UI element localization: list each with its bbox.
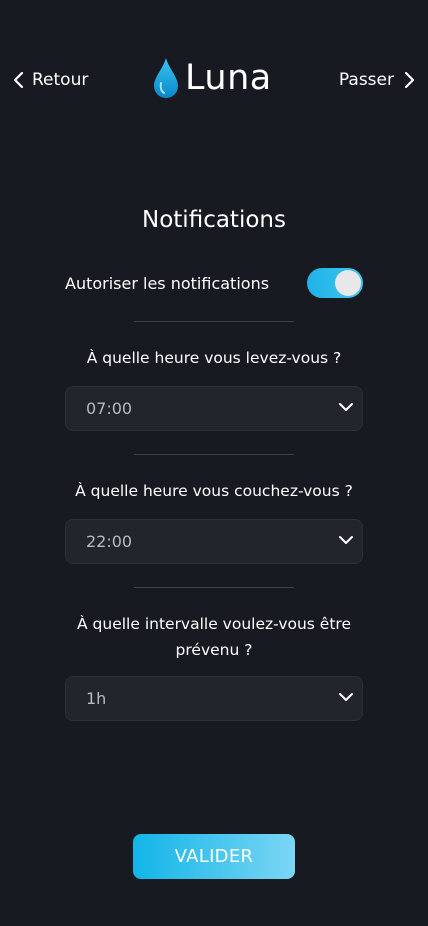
submit-button[interactable]: VALIDER — [133, 834, 295, 879]
divider — [134, 454, 294, 455]
bed-time-value: 22:00 — [86, 532, 133, 551]
bed-time-select[interactable]: 22:00 — [65, 519, 363, 564]
chevron-down-icon — [339, 693, 353, 701]
brand-logo: Luna — [152, 56, 272, 100]
chevron-down-icon — [339, 403, 353, 411]
skip-button[interactable]: Passer — [339, 66, 416, 94]
notifications-toggle-label: Autoriser les notifications — [65, 274, 270, 293]
wake-time-question: À quelle heure vous levez-vous ? — [86, 349, 342, 367]
chevron-down-icon — [339, 536, 353, 544]
wake-time-value: 07:00 — [86, 399, 133, 418]
water-drop-icon — [154, 58, 178, 98]
skip-label: Passer — [338, 70, 394, 90]
chevron-left-icon — [13, 71, 24, 89]
divider — [134, 321, 294, 322]
interval-question: À quelle intervalle voulez-vous être pré… — [77, 615, 351, 659]
brand-name: Luna — [185, 58, 272, 98]
notifications-toggle[interactable] — [307, 268, 363, 298]
notification-settings-screen: Retour Luna Passer Notifications Autoris… — [0, 0, 428, 926]
back-label: Retour — [32, 70, 89, 90]
back-button[interactable]: Retour — [12, 66, 88, 94]
toggle-knob — [335, 270, 361, 296]
bed-time-question: À quelle heure vous couchez-vous ? — [75, 482, 353, 500]
interval-select[interactable]: 1h — [65, 676, 363, 721]
divider — [134, 587, 294, 588]
page-title: Notifications — [142, 207, 286, 233]
interval-value: 1h — [86, 689, 107, 708]
wake-time-select[interactable]: 07:00 — [65, 386, 363, 431]
chevron-right-icon — [404, 71, 415, 89]
